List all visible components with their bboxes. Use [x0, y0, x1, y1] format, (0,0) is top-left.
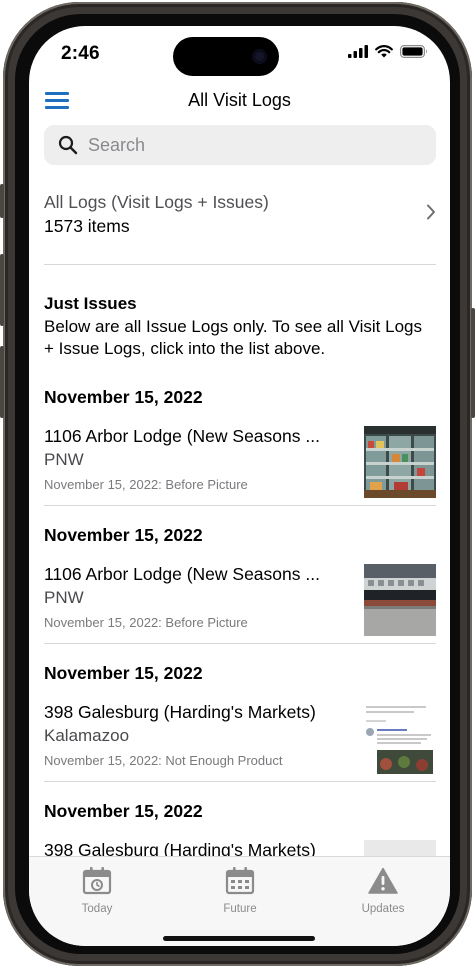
home-indicator[interactable] [163, 936, 315, 941]
date-header: November 15, 2022 [44, 387, 203, 407]
search-icon [58, 135, 78, 155]
tab-label: Today [81, 903, 113, 915]
status-time: 2:46 [61, 43, 100, 64]
tab-today[interactable]: Today [52, 867, 142, 915]
log-item[interactable]: 1106 Arbor Lodge (New Seasons ... PNW No… [44, 564, 436, 636]
camera-icon [252, 49, 267, 64]
action-button [0, 184, 4, 218]
date-header: November 15, 2022 [44, 663, 203, 683]
issues-heading: Just Issues [44, 294, 137, 313]
tab-label: Future [223, 903, 257, 915]
page-title: All Visit Logs [188, 90, 291, 110]
issues-section-header: Just Issues Below are all Issue Logs onl… [44, 294, 424, 360]
date-header: November 15, 2022 [44, 801, 203, 821]
calendar-grid-icon [225, 867, 255, 895]
dynamic-island [173, 37, 279, 76]
wifi-icon [375, 45, 393, 58]
calendar-today-icon [82, 867, 112, 895]
battery-icon [400, 45, 427, 58]
tab-bar: Today Future Updates [29, 856, 450, 946]
row-divider [44, 505, 436, 506]
phone-frame: 2:46 All Visit Logs Search All Logs (Vis… [0, 2, 475, 966]
all-logs-row[interactable]: All Logs (Visit Logs + Issues) 1573 item… [44, 192, 436, 252]
volume-down-button [0, 346, 4, 418]
status-icons [348, 45, 428, 58]
log-thumbnail [364, 426, 436, 498]
all-logs-title: All Logs (Visit Logs + Issues) [44, 192, 269, 212]
section-divider [44, 264, 436, 265]
tab-future[interactable]: Future [195, 867, 285, 915]
log-title: 398 Galesburg (Harding's Markets) [44, 702, 316, 722]
date-header: November 15, 2022 [44, 525, 203, 545]
volume-up-button [0, 254, 4, 326]
screen: 2:46 All Visit Logs Search All Logs (Vis… [29, 26, 450, 946]
log-item[interactable]: 1106 Arbor Lodge (New Seasons ... PNW No… [44, 426, 436, 498]
search-input[interactable] [88, 134, 408, 156]
row-divider [44, 643, 436, 644]
log-thumbnail [364, 564, 436, 636]
log-title: 1106 Arbor Lodge (New Seasons ... [44, 564, 320, 584]
signal-icon [348, 45, 368, 58]
all-logs-count: 1573 items [44, 216, 130, 236]
power-button [471, 308, 475, 418]
tab-updates[interactable]: Updates [338, 867, 428, 915]
log-item[interactable]: 398 Galesburg (Harding's Markets) Kalama… [44, 702, 436, 774]
log-thumbnail [364, 702, 436, 774]
tab-label: Updates [361, 903, 405, 915]
search-bar[interactable] [44, 125, 436, 165]
warning-icon [368, 867, 398, 894]
chevron-right-icon [427, 204, 435, 220]
row-divider [44, 781, 436, 782]
issues-description: Below are all Issue Logs only. To see al… [44, 317, 422, 358]
log-title: 1106 Arbor Lodge (New Seasons ... [44, 426, 320, 446]
